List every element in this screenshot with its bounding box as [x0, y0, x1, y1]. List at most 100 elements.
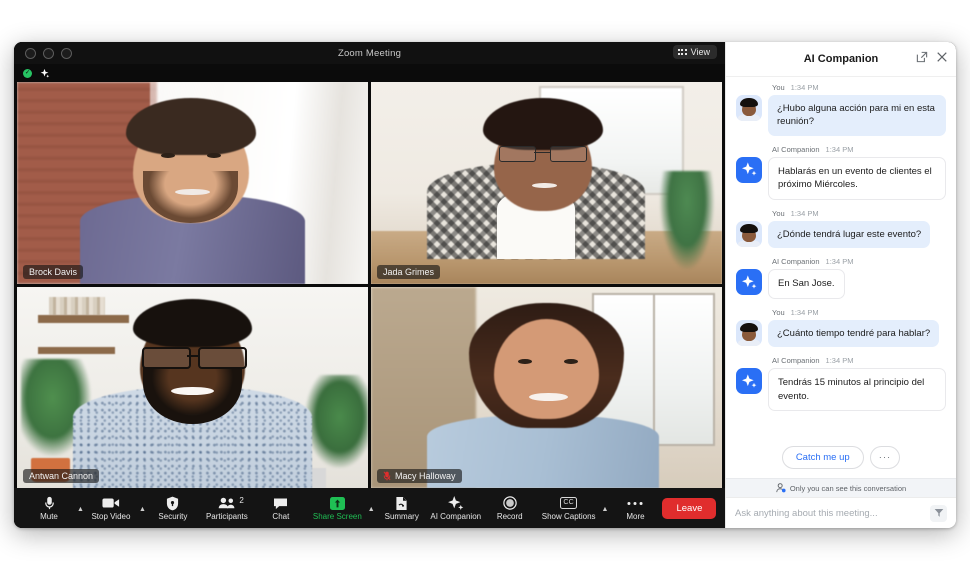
summary-button-label: Summary — [384, 511, 419, 521]
video-tile-jada-grimes[interactable]: Jada Grimes — [371, 82, 722, 284]
avatar — [736, 95, 762, 121]
ai-companion-button-label: AI Companion — [430, 511, 482, 521]
security-button-label: Security — [158, 511, 188, 521]
close-icon[interactable] — [936, 51, 948, 63]
window-title: Zoom Meeting — [337, 47, 402, 59]
encryption-shield-icon[interactable]: ✓ — [23, 68, 32, 78]
participant-name: Antwan Cannon — [29, 471, 94, 481]
catch-me-up-button[interactable]: Catch me up — [781, 446, 864, 469]
share-screen-icon — [329, 496, 345, 511]
more-button-label: More — [626, 511, 645, 521]
message-author: You — [772, 208, 785, 218]
message-text: ¿Hubo alguna acción para mi en esta reun… — [768, 95, 946, 136]
participant-name-badge: Jada Grimes — [377, 264, 441, 279]
message-author: AI Companion — [772, 257, 820, 267]
participant-name-badge: Brock Davis — [23, 264, 84, 279]
sparkle-icon — [447, 495, 464, 511]
chat-message: You 1:34 PM ¿Dónde tendrá lugar este eve… — [736, 209, 946, 249]
security-button[interactable]: Security — [146, 496, 200, 521]
message-meta: You 1:34 PM — [772, 209, 946, 218]
share-screen-group: Share Screen ▲ — [308, 496, 375, 521]
message-time: 1:34 PM — [825, 356, 854, 366]
stop-video-button[interactable]: Stop Video — [84, 496, 138, 521]
more-actions-button[interactable]: ··· — [869, 446, 901, 469]
avatar — [736, 220, 762, 247]
mute-options-chevron-icon[interactable]: ▲ — [77, 506, 84, 513]
video-feed — [17, 286, 368, 488]
chat-bubble-icon — [273, 496, 288, 511]
mute-button[interactable]: Mute — [22, 496, 76, 521]
participant-name: Jada Grimes — [383, 266, 435, 277]
chat-message: AI Companion 1:34 PM Tendrás 15 minutos … — [736, 356, 946, 412]
participants-button[interactable]: 2 Participants — [200, 496, 254, 521]
grid-icon — [678, 49, 687, 55]
send-button[interactable] — [930, 504, 947, 522]
sparkle-icon — [741, 374, 756, 388]
participants-icon: 2 — [218, 496, 244, 511]
show-captions-button[interactable]: CC Show Captions — [537, 496, 601, 521]
window-titlebar: Zoom Meeting View — [14, 42, 725, 64]
meeting-status-strip: ✓ — [14, 64, 725, 82]
popout-icon[interactable] — [916, 51, 928, 63]
message-text: ¿Dónde tendrá lugar este evento? — [768, 220, 931, 249]
ai-companion-sparkle-icon[interactable] — [39, 68, 50, 79]
leave-button[interactable]: Leave — [662, 497, 717, 519]
close-window-button[interactable] — [25, 47, 36, 59]
video-feed — [371, 82, 722, 284]
sparkle-icon — [741, 275, 756, 289]
message-author: AI Companion — [772, 144, 820, 154]
captions-options-chevron-icon[interactable]: ▲ — [602, 506, 609, 513]
captions-group: CC Show Captions ▲ — [537, 496, 609, 521]
share-screen-button-label: Share Screen — [312, 511, 362, 521]
share-screen-options-chevron-icon[interactable]: ▲ — [368, 506, 375, 513]
share-screen-button[interactable]: Share Screen — [308, 496, 367, 521]
microphone-muted-icon — [383, 471, 391, 481]
ellipsis-icon — [627, 496, 644, 511]
message-time: 1:34 PM — [790, 208, 819, 218]
video-tile-macy-halloway[interactable]: Macy Halloway — [371, 286, 722, 488]
ai-panel-title: AI Companion — [803, 53, 879, 65]
summary-doc-icon — [395, 496, 408, 511]
minimize-window-button[interactable] — [43, 47, 54, 59]
privacy-notice-text: Only you can see this conversation — [789, 483, 907, 493]
chat-button[interactable]: Chat — [254, 496, 308, 521]
participant-name: Macy Halloway — [395, 471, 456, 481]
maximize-window-button[interactable] — [61, 47, 72, 59]
view-button-label: View — [690, 47, 710, 57]
message-author: AI Companion — [772, 356, 820, 366]
message-text: Hablarás en un evento de clientes el pró… — [768, 156, 946, 200]
message-meta: AI Companion 1:34 PM — [772, 356, 946, 365]
video-group: Stop Video ▲ — [84, 496, 146, 521]
message-text: ¿Cuánto tiempo tendré para hablar? — [768, 319, 940, 348]
chat-button-label: Chat — [272, 511, 290, 521]
mute-button-label: Mute — [40, 511, 58, 521]
video-feed — [17, 82, 368, 284]
meeting-toolbar: Mute ▲ Stop Video ▲ Security 2 Participa… — [14, 488, 725, 528]
record-button-label: Record — [496, 511, 523, 521]
ai-conversation-list[interactable]: You 1:34 PM ¿Hubo alguna acción para mi … — [726, 77, 956, 440]
private-person-icon — [776, 483, 786, 493]
window-traffic-lights[interactable] — [25, 47, 72, 59]
message-meta: You 1:34 PM — [772, 308, 946, 317]
participant-name-badge: Macy Halloway — [377, 469, 462, 483]
video-tile-brock-davis[interactable]: Brock Davis — [17, 82, 368, 284]
avatar — [736, 269, 762, 296]
record-button[interactable]: Record — [483, 496, 537, 521]
message-author: You — [772, 307, 785, 317]
avatar — [736, 368, 762, 395]
ai-composer[interactable]: Ask anything about this meeting... — [726, 497, 956, 528]
ai-companion-button[interactable]: AI Companion — [429, 495, 483, 521]
more-button[interactable]: More — [608, 496, 662, 521]
view-button[interactable]: View — [673, 45, 717, 59]
ai-composer-input[interactable]: Ask anything about this meeting... — [735, 508, 924, 519]
ai-companion-panel: AI Companion You 1:34 PM ¿Hubo alguna ac… — [725, 42, 956, 528]
message-text: Tendrás 15 minutos al principio del even… — [768, 368, 946, 412]
participants-count: 2 — [239, 495, 244, 505]
video-options-chevron-icon[interactable]: ▲ — [139, 506, 146, 513]
ai-quick-actions: Catch me up ··· — [726, 440, 956, 478]
video-grid: Brock Davis Jada Grimes Antwan Cannon Ma… — [14, 82, 725, 488]
chat-message: AI Companion 1:34 PM En San Jose. — [736, 257, 946, 299]
summary-button[interactable]: Summary — [375, 496, 429, 521]
zoom-app-window: Zoom Meeting View ✓ Brock Davis Jada Gri… — [14, 42, 956, 528]
video-tile-antwan-cannon[interactable]: Antwan Cannon — [17, 286, 368, 488]
